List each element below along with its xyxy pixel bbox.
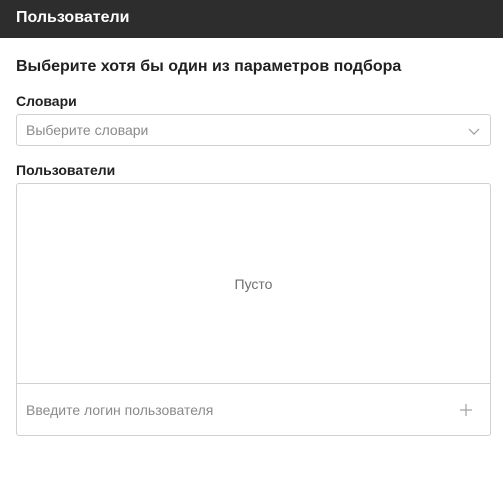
users-list: Пусто <box>17 184 490 384</box>
dictionaries-placeholder: Выберите словари <box>26 122 149 138</box>
panel-header: Пользователи <box>0 0 503 38</box>
dictionaries-select[interactable]: Выберите словари <box>16 114 491 146</box>
plus-icon <box>460 404 472 416</box>
panel-title: Пользователи <box>16 9 130 26</box>
empty-list-text: Пусто <box>234 276 273 292</box>
chevron-down-icon <box>468 128 480 135</box>
add-user-button[interactable] <box>454 398 478 422</box>
dictionaries-label: Словари <box>16 93 77 109</box>
users-label: Пользователи <box>16 162 116 178</box>
login-input[interactable] <box>17 385 447 435</box>
users-box: Пусто <box>16 183 491 436</box>
form-title: Выберите хотя бы один из параметров подб… <box>16 58 402 75</box>
